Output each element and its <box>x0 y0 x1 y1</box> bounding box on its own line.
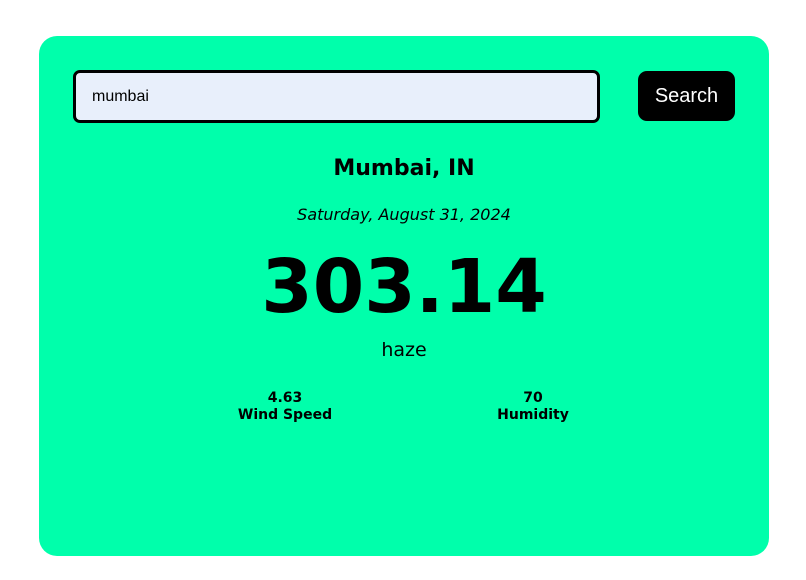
current-date: Saturday, August 31, 2024 <box>297 205 511 224</box>
wind-speed-stat: 4.63 Wind Speed <box>205 390 365 424</box>
wind-speed-label: Wind Speed <box>237 407 333 423</box>
temperature-value: 303.14 <box>261 244 547 330</box>
weather-card: Search Mumbai, IN Saturday, August 31, 2… <box>39 36 769 556</box>
humidity-value: 70 <box>523 390 543 406</box>
search-input[interactable] <box>73 70 600 123</box>
weather-condition: haze <box>381 339 427 361</box>
humidity-label: Humidity <box>497 407 569 423</box>
humidity-stat: 70 Humidity <box>453 390 613 424</box>
search-button[interactable]: Search <box>638 71 735 121</box>
city-name: Mumbai, IN <box>333 156 475 181</box>
wind-speed-value: 4.63 <box>267 390 303 406</box>
